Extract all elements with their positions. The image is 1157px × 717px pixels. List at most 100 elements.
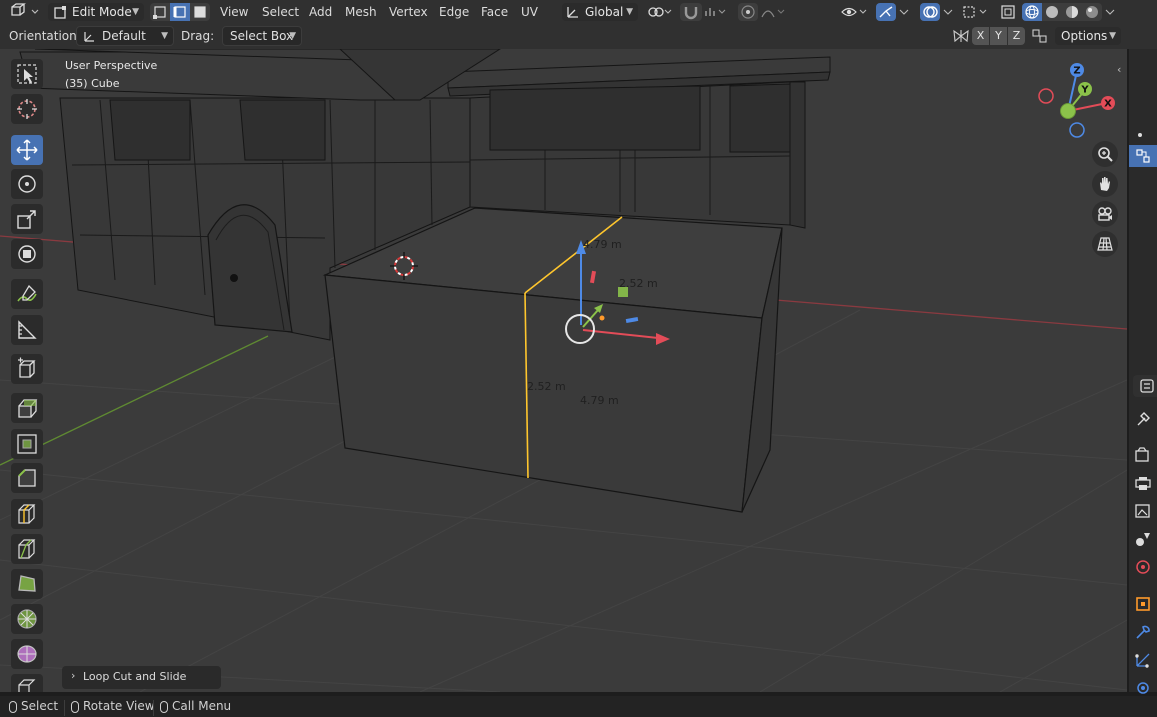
- header-bar: Edit Mode ▼ View Select Add Mesh Vertex …: [0, 0, 1157, 24]
- smooth-icon: [17, 645, 37, 663]
- outliner-tab[interactable]: [1129, 145, 1157, 167]
- menu-add[interactable]: Add: [309, 3, 332, 21]
- tool-select-box[interactable]: [11, 59, 43, 89]
- tool-rotate[interactable]: [11, 169, 43, 199]
- status-select: Select: [9, 698, 58, 715]
- tool-spin[interactable]: [11, 604, 43, 634]
- world-tab[interactable]: [1134, 558, 1156, 580]
- navigation-gizmo[interactable]: Z Y X: [1035, 61, 1115, 141]
- drag-value: Select Box: [230, 29, 294, 43]
- tool-cursor[interactable]: [11, 94, 43, 124]
- outliner-icon: [1136, 149, 1150, 163]
- gizmo-dropdown[interactable]: [896, 3, 912, 21]
- overlays-dropdown[interactable]: [940, 3, 956, 21]
- gizmo-z-label: Z: [1073, 66, 1080, 77]
- drag-dropdown[interactable]: Select Box ▼: [222, 26, 302, 46]
- shading-material-button[interactable]: [1062, 3, 1082, 21]
- tool-edge-slide[interactable]: [11, 674, 43, 692]
- pan-button[interactable]: [1092, 171, 1118, 197]
- shading-dropdown[interactable]: [1102, 3, 1118, 21]
- face-select-button[interactable]: [190, 3, 210, 21]
- mirror-toggle[interactable]: [950, 27, 972, 45]
- shading-wireframe-button[interactable]: [1022, 3, 1042, 21]
- properties-editor-header[interactable]: [1133, 375, 1157, 397]
- render-tab[interactable]: [1134, 446, 1156, 468]
- gizmo-toggle[interactable]: [876, 3, 896, 21]
- tool-annotate[interactable]: [11, 279, 43, 309]
- camera-view-button[interactable]: [1092, 201, 1118, 227]
- move-icon: [16, 139, 38, 161]
- tool-measure[interactable]: [11, 315, 43, 345]
- proportional-edit-toggle[interactable]: [738, 3, 758, 21]
- last-operator-panel[interactable]: › Loop Cut and Slide: [62, 666, 221, 689]
- particles-tab[interactable]: [1134, 651, 1156, 673]
- visibility-dropdown[interactable]: [840, 3, 870, 21]
- chevron-right-icon: ›: [71, 669, 76, 682]
- tool-loop-cut[interactable]: [11, 499, 43, 529]
- overlays-icon: [923, 6, 938, 18]
- dot-icon: [1138, 133, 1142, 137]
- menu-select[interactable]: Select: [262, 3, 299, 21]
- pivot-point-dropdown[interactable]: [646, 3, 674, 21]
- tool-add-cube[interactable]: [11, 354, 43, 384]
- edge-select-button[interactable]: [170, 3, 190, 21]
- zoom-icon: [1098, 147, 1113, 162]
- orientation-dropdown[interactable]: Default ▼: [76, 26, 174, 46]
- tool-scale[interactable]: [11, 204, 43, 234]
- editor-type-button[interactable]: [6, 3, 42, 21]
- tool-extrude[interactable]: [11, 393, 43, 423]
- axis-z-toggle[interactable]: Z: [1008, 27, 1025, 45]
- scene-tab[interactable]: [1134, 530, 1156, 552]
- wireframe-shading-icon: [1025, 5, 1039, 19]
- edit-mode-icon: [54, 6, 66, 19]
- menu-edge[interactable]: Edge: [439, 3, 469, 21]
- transform-orientation-dropdown[interactable]: Global ▼: [562, 3, 638, 21]
- axis-x-toggle[interactable]: X: [972, 27, 989, 45]
- xray-toggle[interactable]: [998, 3, 1018, 21]
- options-dropdown[interactable]: Options ▼: [1055, 27, 1121, 45]
- cursor-icon: [17, 99, 37, 119]
- axis-y-toggle[interactable]: Y: [990, 27, 1007, 45]
- chevron-down-icon: [1105, 9, 1115, 15]
- output-tab[interactable]: [1134, 474, 1156, 496]
- snap-target-dropdown[interactable]: [703, 3, 729, 21]
- menu-mesh[interactable]: Mesh: [345, 3, 377, 21]
- gizmo-icon: [879, 6, 893, 18]
- properties-tab-strip: [1129, 49, 1157, 694]
- shading-solid-button[interactable]: [1042, 3, 1062, 21]
- tool-move[interactable]: [11, 135, 43, 165]
- overlays-toggle[interactable]: [920, 3, 940, 21]
- menu-vertex[interactable]: Vertex: [389, 3, 428, 21]
- perspective-toggle-button[interactable]: [1092, 231, 1118, 257]
- tool-poly-build[interactable]: [11, 569, 43, 599]
- mouse-middle-icon: [71, 700, 79, 713]
- vertex-select-button[interactable]: [150, 3, 170, 21]
- tool-knife[interactable]: [11, 534, 43, 564]
- sidebar-expand-icon[interactable]: ‹: [1117, 63, 1127, 79]
- tool-bevel[interactable]: [11, 463, 43, 493]
- tool-tab[interactable]: [1134, 410, 1156, 432]
- mesh-edit-overlays-dropdown[interactable]: [960, 3, 992, 21]
- menu-view[interactable]: View: [220, 3, 248, 21]
- snap-toggle[interactable]: [680, 3, 702, 21]
- object-icon: [1136, 597, 1150, 611]
- scale-icon: [17, 210, 36, 229]
- menu-face[interactable]: Face: [481, 3, 508, 21]
- zoom-button[interactable]: [1092, 141, 1118, 167]
- menu-uv[interactable]: UV: [521, 3, 538, 21]
- extrude-icon: [18, 399, 38, 418]
- view-layer-tab[interactable]: [1134, 502, 1156, 524]
- 3d-viewport[interactable]: User Perspective (35) Cube 4.79 m 2.52 m…: [0, 49, 1127, 692]
- tool-transform[interactable]: [11, 239, 43, 269]
- tool-smooth[interactable]: [11, 639, 43, 669]
- chevron-down-icon: ▼: [161, 31, 168, 41]
- viewport-scene[interactable]: [0, 49, 1127, 692]
- shading-rendered-button[interactable]: [1082, 3, 1102, 21]
- falloff-dropdown[interactable]: [760, 3, 788, 21]
- modifiers-tab[interactable]: [1134, 623, 1156, 645]
- tool-inset[interactable]: [11, 429, 43, 459]
- object-tab[interactable]: [1134, 595, 1156, 617]
- mode-selector[interactable]: Edit Mode ▼: [48, 3, 144, 21]
- poly-build-icon: [18, 575, 36, 592]
- auto-merge-toggle[interactable]: [1030, 27, 1050, 45]
